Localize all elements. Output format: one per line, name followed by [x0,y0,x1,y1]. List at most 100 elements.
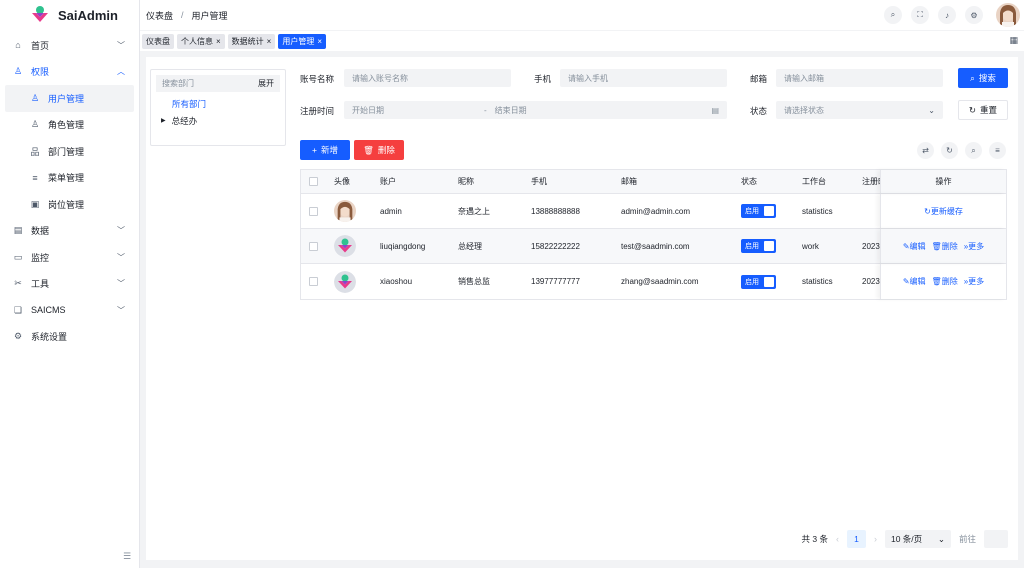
table-header-row: 头像 账户 昵称 手机 邮箱 状态 工作台 注册时 操作 [301,170,1006,194]
prev-page-icon[interactable]: ‹ [836,534,839,544]
status-toggle-label: 启用 [745,278,759,286]
refresh-icon[interactable]: ↻ [941,142,958,159]
sidebar-item-7[interactable]: ▤ 数据 ﹀ [0,218,139,245]
sidebar-item-11[interactable]: ⚙ 系统设置 [0,324,139,351]
search-toggle-icon[interactable]: ⌕ [965,142,982,159]
row-select-cell [309,264,318,299]
sidebar-item-4[interactable]: 品部门管理 [5,138,134,165]
cell-workspace: statistics [802,277,833,286]
row-actions: ↻更新缓存 [880,194,1006,228]
page-size-value: 10 条/页 [890,534,923,544]
status-toggle[interactable]: 启用 [741,239,776,253]
dept-expand-button[interactable]: 展开 [258,78,274,89]
row-action-button[interactable]: ✎编辑 [903,276,926,287]
next-page-icon[interactable]: › [874,534,877,544]
sidebar-item-6[interactable]: ▣ 岗位管理 [5,191,134,218]
app-logo[interactable]: SaiAdmin [0,0,139,30]
user-photo-icon [996,3,1020,27]
add-button[interactable]: + 新增 [300,140,350,160]
toggle-knob [764,276,774,287]
close-icon[interactable]: × [267,37,272,46]
tab-label: 数据统计 [231,36,264,46]
tab-3[interactable]: 用户管理 × [278,33,327,49]
bell-icon[interactable]: ♪ [938,6,956,24]
cell-nickname: 总经理 [458,241,482,251]
fullscreen-icon[interactable]: ⛶ [911,6,929,24]
column-settings-icon[interactable]: ≡ [989,142,1006,159]
row-action-button[interactable]: ↻更新缓存 [924,206,963,217]
search-icon[interactable]: ⌕ [884,6,902,24]
close-icon[interactable]: × [317,37,322,46]
search-icon: ⌕ [970,72,975,83]
dept-search-input[interactable]: 搜索部门 展开 [156,75,280,92]
cell-phone: 15822222222 [531,241,580,251]
sidebar-item-3[interactable]: ♙ 角色管理 [5,112,134,139]
select-all-cell [309,170,318,193]
search-button[interactable]: ⌕ 搜索 [958,68,1008,88]
column-header: 手机 [531,177,547,186]
phone-input[interactable]: 请输入手机 [560,69,727,87]
tree-item-all[interactable]: 所有部门 [156,95,280,112]
column-header: 工作台 [802,177,826,186]
email-input[interactable]: 请输入邮箱 [776,69,943,87]
phone-label: 手机 [534,74,552,84]
status-toggle-label: 启用 [745,208,759,215]
org-icon: 品 [30,146,40,157]
avatar-cell [334,194,356,228]
tab-1[interactable]: 个人信息 × [177,33,225,49]
settings-icon[interactable]: ⚙ [965,6,983,24]
status-select[interactable]: 请选择状态 ⌄ [776,101,943,119]
chevron-down-icon: ﹀ [117,279,125,289]
table-row: admin 奈遇之上 13888888888 admin@admin.com 启用 sta… [301,194,1006,229]
row-action-label: 删除 [941,277,958,286]
toggle-knob [764,241,774,251]
user-avatar[interactable] [996,3,1020,27]
breadcrumb-item-dashboard[interactable]: 仪表盘 [146,9,173,22]
row-checkbox[interactable] [309,241,318,251]
collapse-sidebar-icon[interactable]: ☰ [121,550,133,562]
row-action-label: 编辑 [909,277,926,286]
cell-account: admin [380,206,402,216]
row-action-button[interactable]: 🗑删除 [932,276,958,287]
status-toggle[interactable]: 启用 [741,274,776,289]
swap-icon[interactable]: ⇄ [917,142,934,159]
sidebar-item-label: 数据 [31,226,50,237]
row-action-button[interactable]: ✎编辑 [903,241,926,252]
page-size-select[interactable]: 10 条/页 ⌄ [884,530,951,548]
caret-right-icon[interactable]: ▶ [161,117,166,124]
tab-2[interactable]: 数据统计 × [227,33,276,49]
row-action-button[interactable]: »更多 [964,241,984,252]
status-toggle[interactable]: 启用 [741,204,776,218]
trash-icon: 🗑 [931,277,942,286]
grid-menu-icon[interactable]: ▦ [1009,35,1018,46]
row-action-button[interactable]: »更多 [964,276,984,287]
sidebar-item-label: 首页 [31,40,50,51]
saiadmin-logo-icon [32,6,48,22]
row-checkbox[interactable] [309,206,318,216]
close-icon[interactable]: × [216,37,221,46]
sidebar-item-0[interactable]: ⌂ 首页 ﹀ [0,32,139,59]
dept-search-placeholder: 搜索部门 [162,79,194,88]
page-1-button[interactable]: 1 [846,530,866,548]
sidebar-item-9[interactable]: ✂ 工具 ﹀ [0,271,139,298]
sidebar-item-5[interactable]: ≡ 菜单管理 [5,165,134,192]
row-action-button[interactable]: 🗑删除 [932,241,958,252]
tab-0[interactable]: 仪表盘 [142,33,174,49]
regtime-label: 注册时间 [300,106,335,116]
cms-icon: ❏ [13,304,23,315]
sidebar-item-10[interactable]: ❏ SAICMS ﹀ [0,297,139,324]
account-input[interactable]: 请输入账号名称 [344,69,511,87]
breadcrumb-separator: / [181,10,184,20]
sidebar-item-2[interactable]: ♙ 用户管理 [5,85,134,112]
sidebar-item-8[interactable]: ▭ 监控 ﹀ [0,244,139,271]
date-range-picker[interactable]: 开始日期 - 结束日期 ▤ [344,101,727,119]
row-checkbox[interactable] [309,277,318,286]
tree-item-root[interactable]: ▶ 总经办 [156,112,280,129]
cell-account: liuqiangdong [380,241,426,251]
select-all-checkbox[interactable] [309,177,318,186]
sidebar-item-1[interactable]: ♙ 权限 ︿ [0,59,139,86]
reset-button[interactable]: ↻ 重置 [958,100,1008,120]
delete-button[interactable]: 🗑 删除 [354,140,404,160]
range-separator: - [484,105,487,115]
goto-page-input[interactable] [984,530,1008,548]
